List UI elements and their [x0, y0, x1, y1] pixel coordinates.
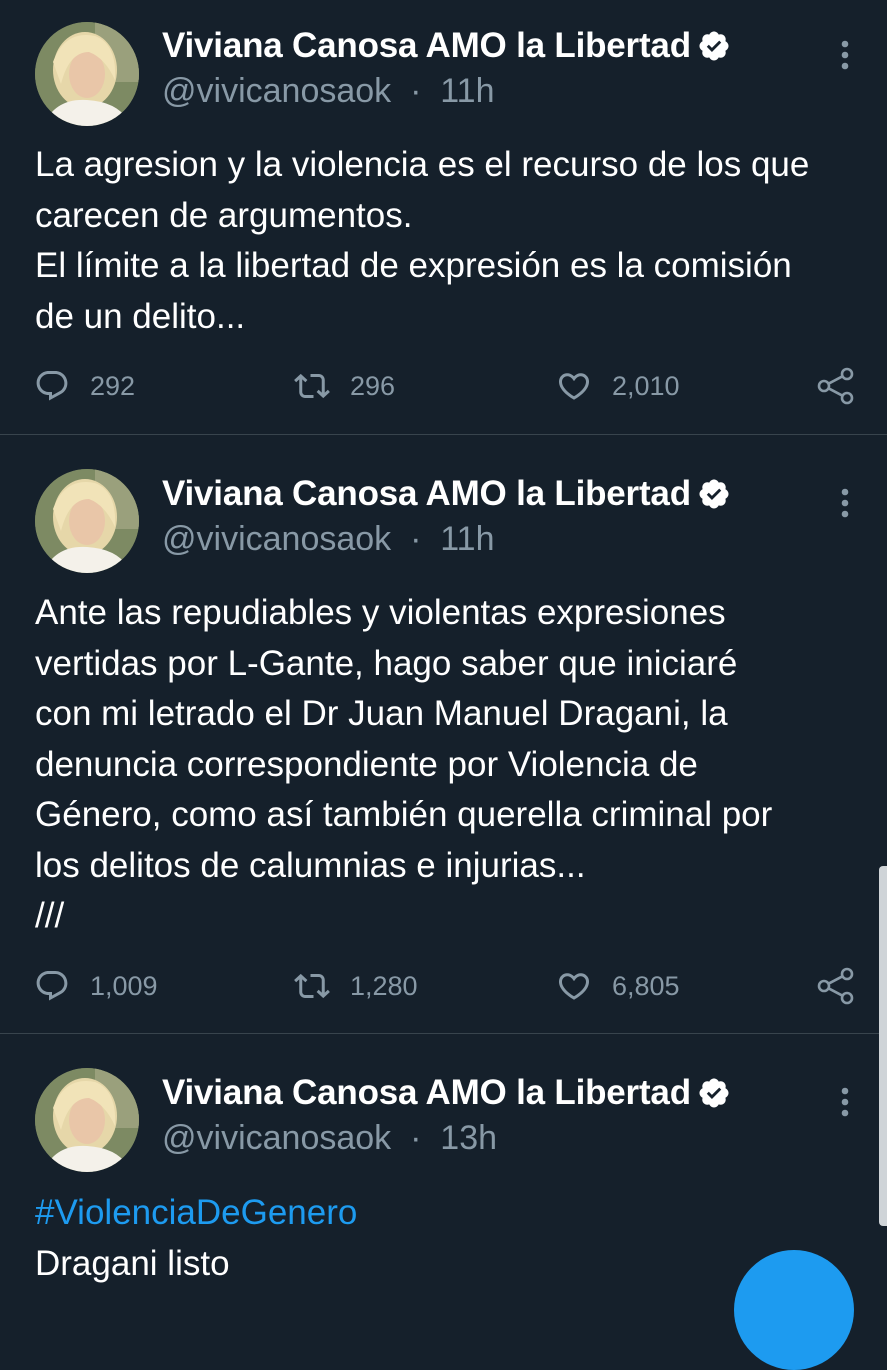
heart-icon	[558, 973, 590, 1000]
reply-icon	[36, 371, 68, 401]
author-name[interactable]: Viviana Canosa AMO la Libertad	[162, 474, 691, 514]
author-handle[interactable]: @vivicanosaok	[162, 520, 391, 558]
verified-badge-icon	[699, 1078, 729, 1108]
retweet-button[interactable]: 1,280	[294, 964, 418, 1008]
retweet-icon	[294, 373, 330, 399]
tweet-text-line: carecen de argumentos.	[35, 195, 413, 235]
more-vertical-icon[interactable]	[830, 35, 860, 75]
tweet-header: Viviana Canosa AMO la Libertad @vivicano…	[162, 23, 731, 113]
reply-count: 1,009	[90, 970, 158, 1001]
reply-button[interactable]: 1,009	[34, 964, 158, 1008]
meta-separator: ·	[400, 72, 431, 110]
tweet-text-line: ///	[35, 896, 65, 935]
tweet-time[interactable]: 13h	[440, 1119, 497, 1157]
heart-icon	[558, 373, 590, 400]
retweet-button[interactable]: 296	[294, 364, 395, 408]
retweet-count: 296	[350, 370, 396, 401]
tweet-text-line: vertidas por L-Gante, hago saber que ini…	[35, 643, 738, 683]
author-name[interactable]: Viviana Canosa AMO la Libertad	[162, 1073, 691, 1113]
author-name[interactable]: Viviana Canosa AMO la Libertad	[162, 26, 691, 66]
verified-badge-icon	[699, 31, 729, 61]
tweet-text-line: Ante las repudiables y violentas expresi…	[35, 593, 726, 632]
avatar[interactable]	[35, 1068, 139, 1172]
avatar[interactable]	[35, 22, 139, 126]
tweet[interactable]: Viviana Canosa AMO la Libertad @vivicano…	[0, 1034, 887, 1292]
retweet-icon	[294, 973, 330, 999]
meta-separator: ·	[400, 520, 431, 558]
tweet-text-line: con mi letrado el Dr Juan Manuel Dragani…	[35, 694, 728, 733]
reply-count: 292	[90, 370, 136, 401]
tweet-text-line: La agresion y la violencia es el recurso…	[35, 145, 810, 184]
tweet-actions: 1,009 1,280 6,805	[0, 964, 887, 1008]
tweet-text: Ante las repudiables y violentas expresi…	[35, 588, 865, 942]
tweet-text-line: denuncia correspondiente por Violencia d…	[35, 744, 698, 784]
hashtag-link[interactable]: #ViolenciaDeGenero	[35, 1188, 865, 1239]
verified-badge-icon	[699, 479, 729, 509]
scrollbar[interactable]	[879, 866, 887, 1226]
tweet-time[interactable]: 11h	[440, 520, 494, 558]
reply-icon	[36, 971, 68, 1001]
meta-separator: ·	[400, 1119, 431, 1157]
like-button[interactable]: 6,805	[556, 964, 680, 1008]
share-icon[interactable]	[816, 366, 856, 406]
tweet-text: La agresion y la violencia es el recurso…	[35, 140, 865, 342]
author-handle[interactable]: @vivicanosaok	[162, 72, 391, 110]
compose-tweet-fab[interactable]	[734, 1250, 854, 1370]
tweet-text-line: de un delito...	[35, 296, 246, 336]
share-icon[interactable]	[816, 966, 856, 1006]
more-vertical-icon[interactable]	[830, 483, 860, 523]
more-vertical-icon[interactable]	[830, 1082, 860, 1122]
like-count: 2,010	[612, 370, 680, 401]
tweet-header: Viviana Canosa AMO la Libertad @vivicano…	[162, 471, 731, 561]
tweet-text-line: Género, como así también querella crimin…	[35, 795, 773, 834]
like-button[interactable]: 2,010	[556, 364, 680, 408]
tweet-text: #ViolenciaDeGenero Dragani listo	[35, 1188, 865, 1289]
tweet-actions: 292 296 2,010	[0, 364, 887, 408]
tweet-header: Viviana Canosa AMO la Libertad @vivicano…	[162, 1070, 731, 1160]
retweet-count: 1,280	[350, 970, 418, 1001]
timeline-feed: Viviana Canosa AMO la Libertad @vivicano…	[0, 0, 887, 1370]
tweet[interactable]: Viviana Canosa AMO la Libertad @vivicano…	[0, 435, 887, 1032]
author-handle[interactable]: @vivicanosaok	[162, 1119, 391, 1157]
tweet[interactable]: Viviana Canosa AMO la Libertad @vivicano…	[0, 0, 887, 434]
tweet-time[interactable]: 11h	[440, 72, 494, 110]
like-count: 6,805	[612, 970, 680, 1001]
tweet-text-line: los delitos de calumnias e injurias...	[35, 845, 586, 885]
tweet-text-line: El límite a la libertad de expresión es …	[35, 246, 792, 285]
reply-button[interactable]: 292	[34, 364, 135, 408]
avatar[interactable]	[35, 469, 139, 573]
